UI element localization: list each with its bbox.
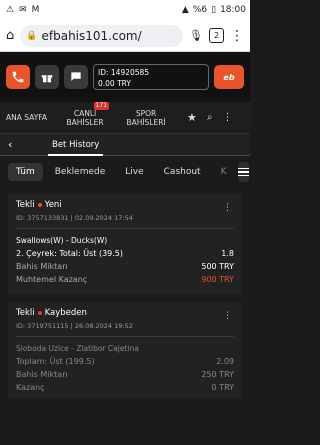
status-dot [37,203,42,207]
chat-button[interactable] [64,65,88,89]
stake-label: Bahis Miktarı [16,370,68,379]
email-icon: ✉ [19,5,27,15]
account-id: ID: 14920585 [98,68,150,77]
win-value: 900 TRY [201,275,234,284]
page-title: Bet History [48,134,104,156]
filter-tab-pending[interactable]: Beklemede [47,163,114,181]
bet-options-icon[interactable]: ⋮ [223,312,232,321]
filter-tab-live[interactable]: Live [117,163,151,181]
account-balance: 0.00 TRY [98,79,131,88]
notification-icon: ⚠ [6,5,15,15]
url-text: efbahis101.com/ [41,28,142,43]
win-value: 0 TRY [211,383,234,392]
phone-button[interactable] [6,65,30,89]
chat-icon [71,72,81,82]
live-count-badge: 171 [93,101,110,110]
filter-tab-cashout[interactable]: Cashout [156,163,209,181]
bet-card[interactable]: Tekli Kaybeden ⋮ ID: 3719751115 | 26.08.… [8,302,242,398]
nav-item-sports[interactable]: SPOR BAHİSLERİ [123,109,169,127]
stake-label: Bahis Miktarı [16,262,68,271]
selection: 2. Çeyrek: Total: Üst (39.5) [16,249,124,258]
home-icon[interactable]: ⌂ [6,28,14,43]
selection: Toplam: Üst (199.5) [16,357,95,366]
bet-type: Tekli [16,308,35,318]
bet-status: Kaybeden [44,308,87,318]
filter-tab-all[interactable]: Tüm [8,163,43,181]
filter-menu-button[interactable] [238,162,250,182]
win-label: Muhtemel Kazanç [16,275,88,284]
filter-tab-more[interactable]: K [213,163,235,181]
site-logo[interactable]: eb [214,65,244,89]
more-icon[interactable]: ⋮ [230,29,244,43]
page-titlebar: ‹ Bet History [0,134,250,156]
url-field[interactable]: 🔒 efbahis101.com/ [20,24,184,47]
battery-text: %6 [192,5,208,15]
bet-meta: ID: 3719751115 | 26.08.2024 19:52 [16,322,234,337]
bet-options-icon[interactable]: ⋮ [223,204,232,213]
bet-meta: ID: 3757133831 | 02.09.2024 17:54 [16,214,234,229]
battery-icon: ▯ [211,5,217,15]
nav-item-home[interactable]: ANA SAYFA [6,113,47,122]
odds: 2.09 [216,357,234,366]
mic-icon[interactable]: 🎙 [189,29,203,42]
status-bar: ⚠ ✉ M ▲ %6 ▯ 18:00 [0,0,250,20]
filter-tabs: Tüm Beklemede Live Cashout K [0,156,250,188]
status-dot [37,311,42,315]
gift-icon [41,75,53,83]
account-box[interactable]: ID: 14920585 0.00 TRY [93,64,209,90]
clock: 18:00 [220,5,246,15]
stake-value: 500 TRY [201,262,234,271]
match-name: Swallows(W) - Ducks(W) [16,236,108,245]
back-icon[interactable]: ‹ [8,138,24,151]
stake-value: 250 TRY [201,370,234,379]
match-name: Sloboda Uzice - Zlatibor Cajetina [16,344,139,353]
bet-type: Tekli [16,200,35,210]
phone-icon [12,71,24,83]
nav-item-live[interactable]: CANLI BAHİSLER 171 [65,101,110,127]
odds: 1.8 [221,249,234,258]
bet-card[interactable]: Tekli Yeni ⋮ ID: 3757133831 | 02.09.2024… [8,194,242,294]
tab-count-button[interactable]: 2 [209,28,224,43]
search-icon[interactable]: ⌕ [207,112,213,123]
mail-icon: M [31,5,40,15]
star-icon[interactable]: ★ [187,111,197,124]
gift-button[interactable] [35,65,59,89]
win-label: Kazanç [16,383,45,392]
more-icon[interactable]: ⋮ [223,112,233,123]
site-header: ID: 14920585 0.00 TRY eb [0,52,250,102]
main-nav: ANA SAYFA CANLI BAHİSLER 171 SPOR BAHİSLE… [0,101,250,134]
bet-status: Yeni [44,200,62,210]
browser-bar: ⌂ 🔒 efbahis101.com/ 🎙 2 ⋮ [0,20,250,52]
lock-icon: 🔒 [26,30,38,41]
signal-icon: ▲ [181,5,189,15]
